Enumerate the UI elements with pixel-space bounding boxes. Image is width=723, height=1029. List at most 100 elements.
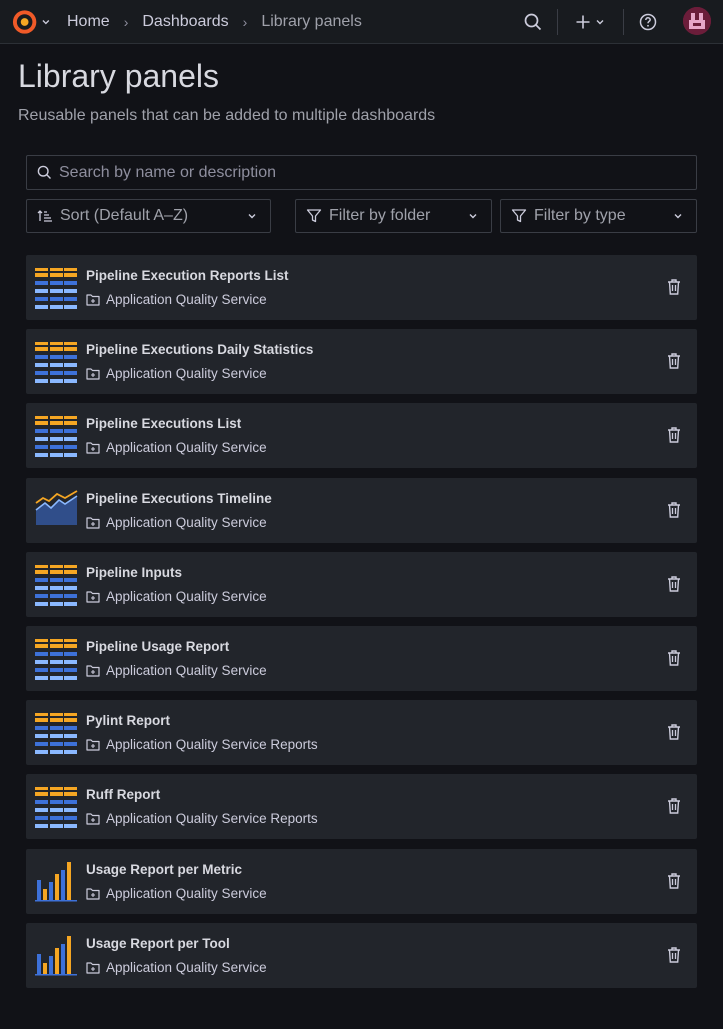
panel-folder-name: Application Quality Service [106,589,267,604]
page-title: Library panels [18,58,219,94]
library-panel-row[interactable]: Pylint Report Application Quality Service… [26,700,697,765]
grafana-logo-icon [12,10,37,34]
panel-folder-link[interactable]: Application Quality Service Reports [86,737,318,752]
sort-select[interactable]: Sort (Default A–Z) [26,199,271,233]
panel-folder-name: Application Quality Service [106,440,267,455]
trash-icon[interactable] [666,426,682,444]
breadcrumb-separator: › [123,14,129,30]
breadcrumb-separator: › [242,14,248,30]
library-panel-row[interactable]: Pipeline Usage Report Application Quality… [26,626,697,691]
panel-folder-name: Application Quality Service [106,886,267,901]
sort-ascending-icon [37,210,52,222]
type-filter-select[interactable]: Filter by type [500,199,697,233]
panel-folder-name: Application Quality Service Reports [106,737,318,752]
folder-filter-label: Filter by folder [329,207,431,224]
folder-icon [86,591,100,603]
time-series-viz-icon [35,490,78,525]
panel-folder-link[interactable]: Application Quality Service [86,886,267,901]
library-panel-row[interactable]: Usage Report per Metric Application Quali… [26,849,697,914]
filter-icon [511,209,527,223]
folder-icon [86,813,100,825]
panel-folder-name: Application Quality Service [106,515,267,530]
top-navigation-bar: Home › Dashboards › Library panels [0,0,723,44]
trash-icon[interactable] [666,797,682,815]
table-viz-icon [35,565,77,606]
panel-title: Pipeline Usage Report [86,639,230,654]
chevron-down-icon [248,214,256,219]
folder-icon [86,665,100,677]
panel-folder-name: Application Quality Service [106,960,267,975]
panel-folder-link[interactable]: Application Quality Service [86,440,267,455]
library-panel-row[interactable]: Pipeline Executions Daily Statistics Appl… [26,329,697,394]
search-box[interactable] [26,155,697,190]
panel-title: Pipeline Executions List [86,416,242,431]
library-panel-row[interactable]: Pipeline Executions Timeline Application … [26,478,697,543]
panel-title: Pipeline Executions Timeline [86,491,272,506]
panel-folder-link[interactable]: Application Quality Service [86,292,267,307]
trash-icon[interactable] [666,575,682,593]
panel-title: Pipeline Executions Daily Statistics [86,342,314,357]
panel-folder-link[interactable]: Application Quality Service [86,515,267,530]
library-panel-row[interactable]: Ruff Report Application Quality Service R… [26,774,697,839]
table-viz-icon [35,713,77,754]
table-viz-icon [35,268,77,309]
chevron-down-icon [674,214,682,219]
search-input[interactable] [59,163,679,182]
folder-icon [86,962,100,974]
bar-chart-viz-icon [35,862,77,902]
panel-title: Pipeline Inputs [86,565,183,580]
avatar[interactable] [683,7,711,35]
search-icon [524,13,542,31]
filter-icon [306,209,322,223]
panel-folder-link[interactable]: Application Quality Service [86,663,267,678]
panel-folder-name: Application Quality Service [106,366,267,381]
new-menu-button[interactable] [572,0,608,44]
chevron-down-icon [469,214,477,219]
panel-folder-link[interactable]: Application Quality Service [86,589,267,604]
table-viz-icon [35,787,77,828]
folder-icon [86,368,100,380]
breadcrumb: Home › Dashboards › Library panels [67,0,362,44]
avatar-image [683,7,711,35]
type-filter-label: Filter by type [534,207,626,224]
sort-select-label: Sort (Default A–Z) [60,207,189,224]
table-viz-icon [35,639,77,680]
folder-icon [86,442,100,454]
chevron-down-icon [42,20,50,25]
breadcrumb-dashboards[interactable]: Dashboards [142,13,228,31]
help-button[interactable] [637,0,659,44]
library-panel-row[interactable]: Pipeline Execution Reports List Applicati… [26,255,697,320]
panel-title: Pylint Report [86,713,171,728]
panel-title: Ruff Report [86,787,161,802]
panel-folder-link[interactable]: Application Quality Service Reports [86,811,318,826]
library-panel-row[interactable]: Usage Report per Tool Application Quality… [26,923,697,988]
folder-icon [86,294,100,306]
search-icon [37,165,51,179]
topbar-divider [623,9,624,35]
help-icon [639,13,657,31]
panel-title: Usage Report per Metric [86,862,243,877]
grafana-logo-menu[interactable] [11,7,51,37]
trash-icon[interactable] [666,872,682,890]
folder-filter-select[interactable]: Filter by folder [295,199,492,233]
trash-icon[interactable] [666,723,682,741]
table-viz-icon [35,416,77,457]
trash-icon[interactable] [666,946,682,964]
search-button[interactable] [521,0,545,44]
trash-icon[interactable] [666,352,682,370]
trash-icon[interactable] [666,278,682,296]
panel-folder-name: Application Quality Service [106,292,267,307]
panel-folder-name: Application Quality Service [106,663,267,678]
trash-icon[interactable] [666,649,682,667]
panel-folder-link[interactable]: Application Quality Service [86,960,267,975]
breadcrumb-home[interactable]: Home [67,13,110,31]
panel-folder-name: Application Quality Service Reports [106,811,318,826]
library-panel-row[interactable]: Pipeline Executions List Application Qual… [26,403,697,468]
trash-icon[interactable] [666,501,682,519]
breadcrumb-current: Library panels [261,13,362,30]
panel-folder-link[interactable]: Application Quality Service [86,366,267,381]
page-subtitle: Reusable panels that can be added to mul… [18,107,436,124]
folder-icon [86,739,100,751]
chevron-down-icon [596,20,604,25]
library-panel-row[interactable]: Pipeline Inputs Application Quality Servi… [26,552,697,617]
